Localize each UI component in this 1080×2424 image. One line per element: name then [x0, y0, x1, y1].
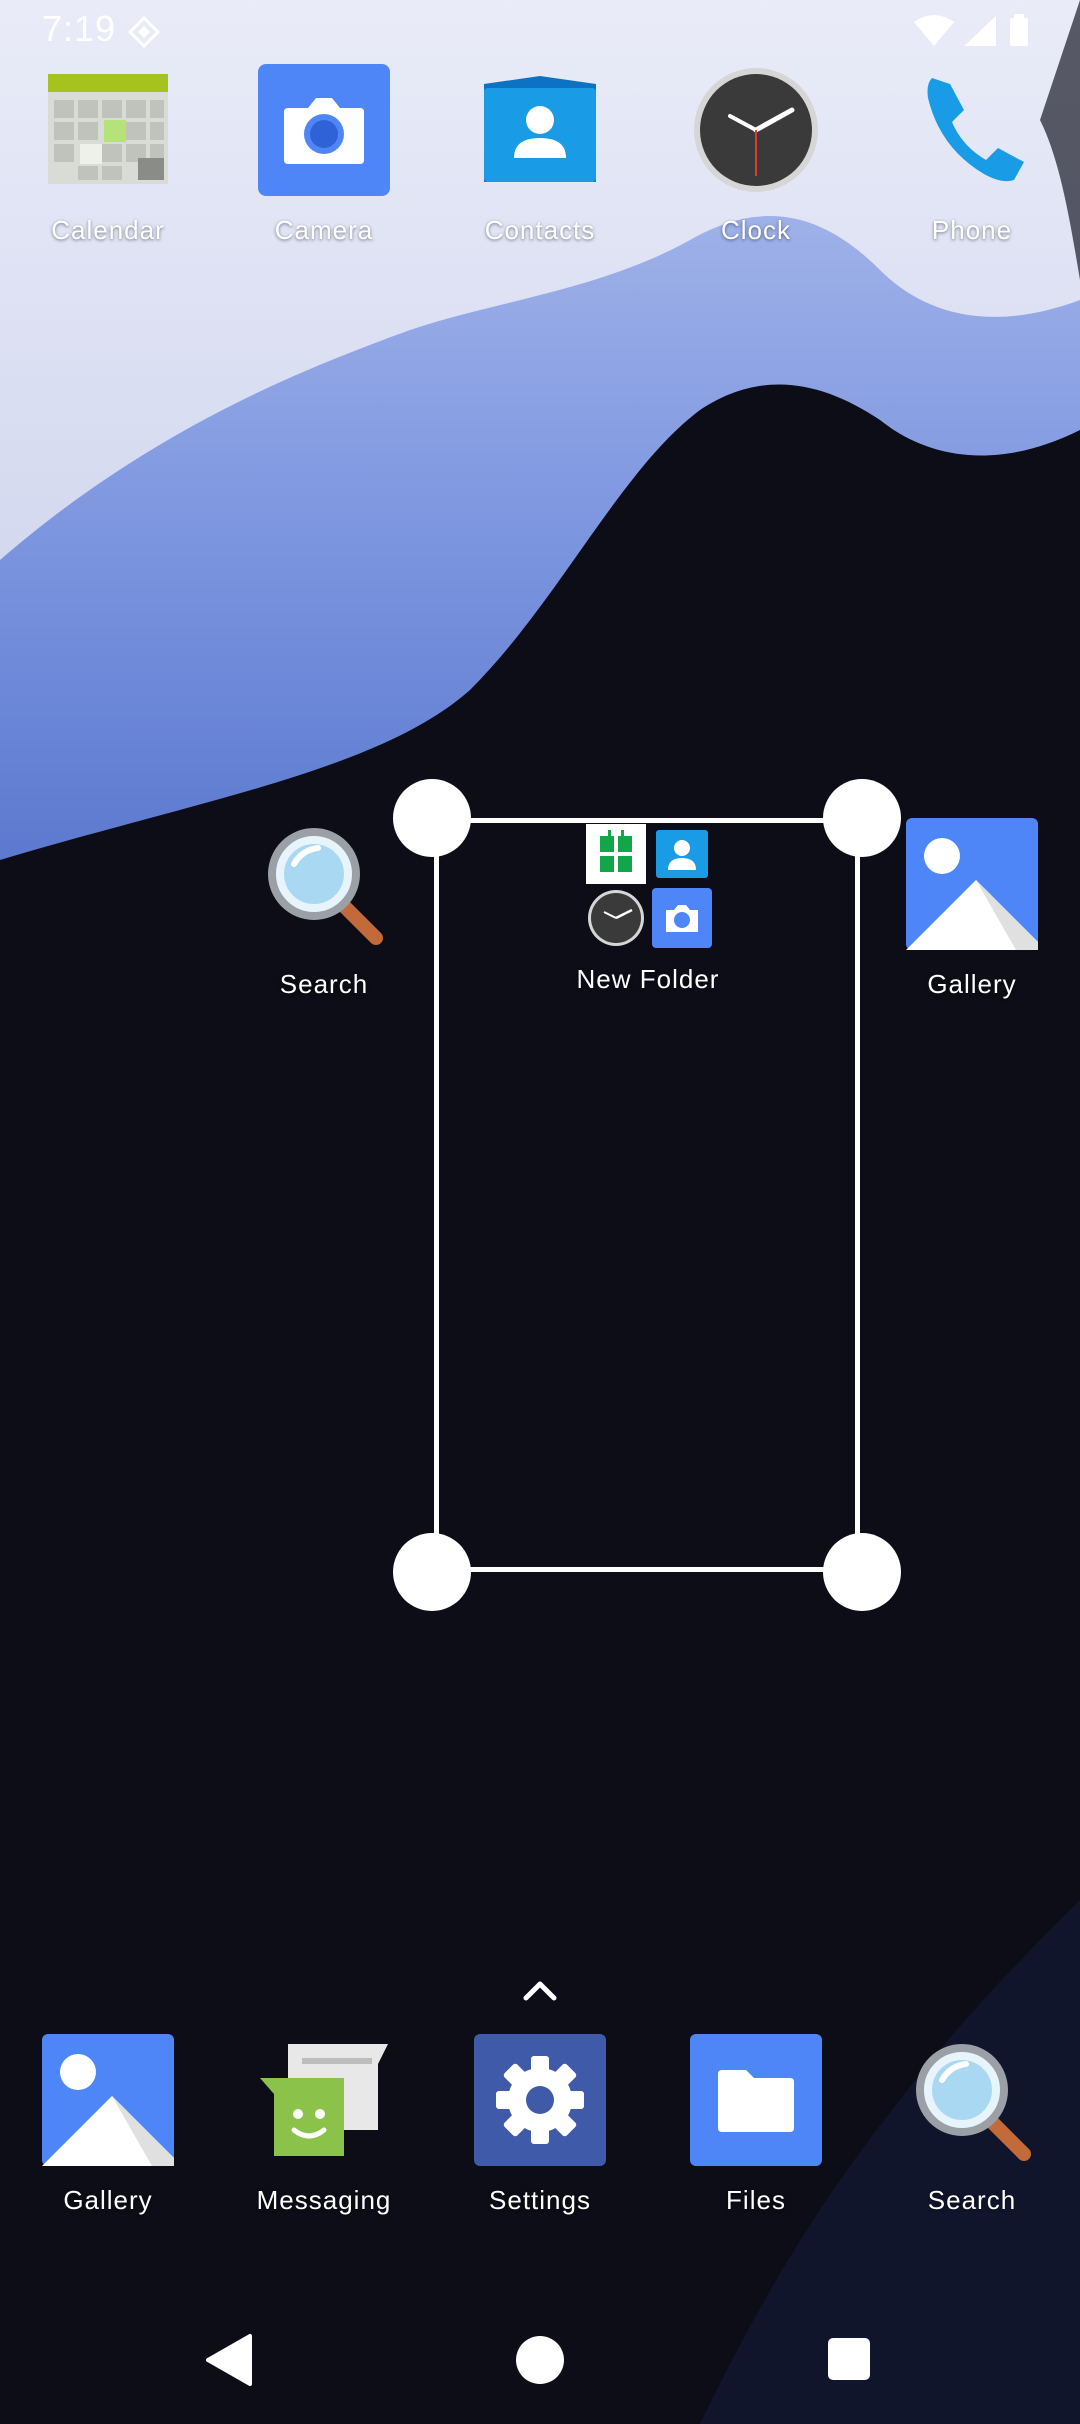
app-label: Clock: [720, 215, 791, 245]
status-indicators: [914, 14, 1028, 46]
dock-gallery[interactable]: Gallery: [0, 2034, 216, 2216]
app-label: Camera: [274, 215, 374, 245]
app-contacts[interactable]: Contacts: [432, 64, 648, 246]
app-camera[interactable]: Camera: [216, 64, 432, 246]
phone-icon: [927, 78, 1024, 182]
app-label: Phone: [931, 215, 1013, 245]
settings-icon: [474, 2034, 606, 2166]
app-label: Messaging: [256, 2185, 392, 2215]
battery-icon: [1010, 18, 1028, 46]
app-label: Contacts: [484, 215, 596, 245]
status-bar: 7:19: [0, 0, 1080, 60]
app-clock[interactable]: Clock: [648, 64, 864, 246]
magnifier-icon: [268, 828, 383, 945]
messaging-icon: [260, 2044, 388, 2156]
wifi-icon: [914, 15, 954, 46]
status-time: 7:19: [42, 8, 117, 49]
contacts-icon: [484, 76, 596, 182]
camera-icon: [258, 64, 390, 196]
chevron-up-icon[interactable]: [516, 1976, 564, 2006]
resize-handle-bottom-left[interactable]: [393, 1533, 471, 1611]
home-button[interactable]: [516, 2336, 564, 2384]
recents-button[interactable]: [828, 2338, 870, 2380]
gallery-icon: [906, 818, 1038, 950]
clock-icon: [694, 68, 818, 192]
app-label: Calendar: [51, 215, 165, 245]
magnifier-icon: [916, 2044, 1031, 2161]
app-label: Search: [927, 2185, 1017, 2215]
dock-messaging[interactable]: Messaging: [216, 2034, 432, 2216]
app-calendar[interactable]: Calendar: [0, 64, 216, 246]
resize-handle-top-left[interactable]: [393, 779, 471, 857]
dock-settings[interactable]: Settings: [432, 2034, 648, 2216]
app-search[interactable]: Search: [216, 818, 432, 1000]
signal-icon: [964, 16, 996, 46]
app-label: Gallery: [63, 2185, 153, 2215]
app-gallery[interactable]: Gallery: [864, 818, 1080, 1000]
back-icon[interactable]: [200, 2330, 260, 2390]
app-label: Gallery: [927, 969, 1017, 999]
resize-handle-top-right[interactable]: [823, 779, 901, 857]
gallery-icon: [42, 2034, 174, 2166]
app-phone[interactable]: Phone: [864, 64, 1080, 246]
calendar-icon: [48, 74, 168, 184]
notification-icon: [128, 16, 160, 48]
dock-files[interactable]: Files: [648, 2034, 864, 2216]
dock-search[interactable]: Search: [864, 2034, 1080, 2216]
app-label: Files: [726, 2185, 786, 2215]
folder-resize-frame: [434, 818, 860, 1572]
files-icon: [690, 2034, 822, 2166]
app-label: Settings: [489, 2185, 591, 2215]
app-label: Search: [279, 969, 369, 999]
resize-handle-bottom-right[interactable]: [823, 1533, 901, 1611]
